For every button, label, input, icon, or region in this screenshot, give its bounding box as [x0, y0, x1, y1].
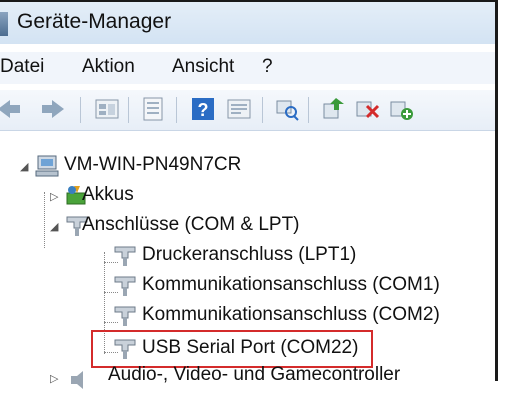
- toolbar-separator: [128, 97, 129, 123]
- port-icon: [114, 276, 136, 296]
- tree-guide: [44, 192, 45, 248]
- menu-bar: Datei Aktion Ansicht ?: [0, 52, 495, 84]
- menu-file[interactable]: Datei: [0, 56, 44, 78]
- tree-node-akkus[interactable]: ▷ Akkus: [50, 182, 250, 212]
- toolbar-separator: [308, 97, 309, 123]
- back-icon[interactable]: [0, 96, 22, 122]
- audio-group-label: Audio-, Video- und Gamecontroller: [108, 364, 401, 385]
- svg-text:?: ?: [198, 100, 209, 120]
- update-driver-icon[interactable]: [320, 96, 346, 122]
- computer-icon: [35, 155, 59, 177]
- toolbar-separator: [80, 97, 81, 123]
- details-icon[interactable]: [226, 96, 252, 122]
- ports-group-label: Anschlüsse (COM & LPT): [82, 214, 300, 235]
- add-hardware-icon[interactable]: [388, 96, 414, 122]
- menu-action[interactable]: Aktion: [82, 56, 135, 78]
- port-icon: [114, 306, 136, 326]
- tree-node-audio[interactable]: ▷ Audio-, Video- und Gamecontroller: [50, 364, 470, 400]
- toolbar-separator: [262, 97, 263, 123]
- toolbar-separator: [176, 97, 177, 123]
- collapse-arrow-icon[interactable]: ◢: [50, 220, 58, 233]
- port-label: Kommunikationsanschluss (COM1): [142, 274, 440, 295]
- expand-arrow-icon[interactable]: ▷: [50, 190, 58, 203]
- scan-hardware-icon[interactable]: [274, 96, 300, 122]
- tree-node-computer[interactable]: ◢ VM-WIN-PN49N7CR: [20, 152, 320, 182]
- menu-help[interactable]: ?: [262, 56, 273, 78]
- port-label: Kommunikationsanschluss (COM2): [142, 304, 440, 325]
- computer-name: VM-WIN-PN49N7CR: [64, 154, 242, 175]
- highlight-box: [91, 330, 373, 368]
- menu-view[interactable]: Ansicht: [172, 56, 234, 78]
- properties-icon[interactable]: [94, 96, 120, 122]
- toolbar: ?: [0, 90, 495, 131]
- port-icon: [114, 246, 136, 266]
- akkus-label: Akkus: [82, 184, 134, 205]
- uninstall-icon[interactable]: [354, 96, 380, 122]
- speaker-icon: [71, 371, 83, 389]
- device-manager-window: Geräte-Manager Datei Aktion Ansicht ? ? …: [0, 0, 498, 389]
- expand-arrow-icon[interactable]: ▷: [50, 372, 58, 385]
- forward-icon[interactable]: [40, 96, 66, 122]
- tree-node-lpt1[interactable]: Druckeranschluss (LPT1): [112, 242, 392, 272]
- help-icon[interactable]: ?: [190, 96, 216, 122]
- tree-node-ports[interactable]: ◢ Anschlüsse (COM & LPT): [50, 212, 390, 242]
- list-icon[interactable]: [140, 96, 166, 122]
- port-label: Druckeranschluss (LPT1): [142, 244, 357, 265]
- window-title: Geräte-Manager: [17, 10, 172, 33]
- collapse-arrow-icon[interactable]: ◢: [20, 160, 28, 173]
- tree-node-com1[interactable]: Kommunikationsanschluss (COM1): [112, 272, 472, 302]
- title-bar: Geräte-Manager: [0, 2, 495, 44]
- tree-node-com2[interactable]: Kommunikationsanschluss (COM2): [112, 302, 472, 332]
- device-manager-icon: [0, 12, 8, 36]
